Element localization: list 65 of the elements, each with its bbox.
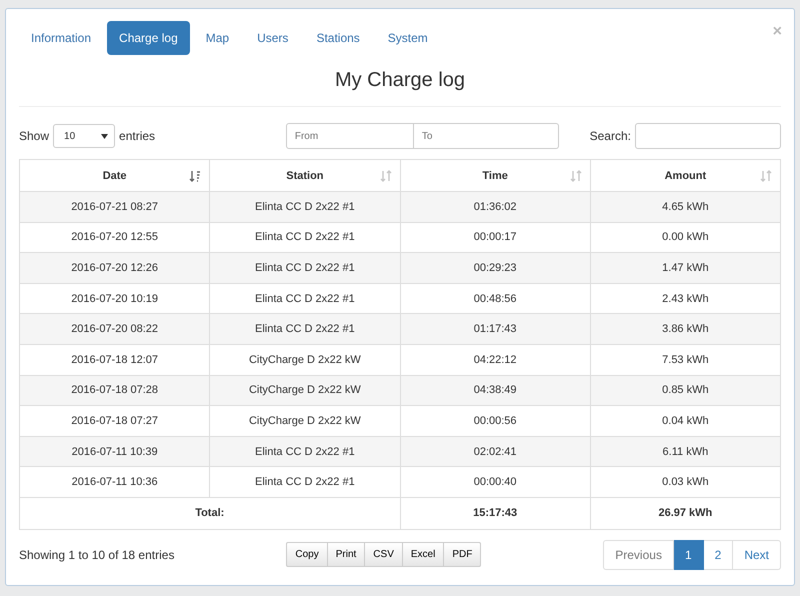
table-cell: 2016-07-11 10:39 bbox=[20, 436, 210, 467]
previous-button[interactable]: Previous bbox=[603, 540, 674, 570]
table-cell: 1.47 kWh bbox=[590, 252, 780, 284]
export-button[interactable]: Excel bbox=[402, 542, 444, 568]
table-cell: 2016-07-18 07:28 bbox=[20, 375, 210, 406]
table-cell: CityCharge D 2x22 kW bbox=[210, 406, 400, 436]
table-cell: 00:00:40 bbox=[400, 466, 590, 498]
from-date-field[interactable]: From bbox=[286, 123, 414, 149]
caret-icon bbox=[101, 134, 108, 138]
tab[interactable]: Information bbox=[19, 21, 104, 55]
table-cell: 00:00:56 bbox=[400, 406, 590, 436]
table-cell: 04:38:49 bbox=[400, 375, 590, 406]
table-cell: 2016-07-11 10:36 bbox=[20, 466, 210, 498]
table-cell: 0.03 kWh bbox=[590, 466, 780, 498]
table-cell: 7.53 kWh bbox=[590, 344, 780, 376]
total-label: Total: bbox=[20, 497, 400, 530]
table-cell: 0.85 kWh bbox=[590, 375, 780, 406]
search-label: Search: bbox=[590, 129, 631, 143]
table-cell: 3.86 kWh bbox=[590, 314, 780, 344]
table-cell: 6.11 kWh bbox=[590, 436, 780, 467]
table-cell: 2016-07-20 08:22 bbox=[20, 314, 210, 344]
table-cell: 2016-07-20 12:26 bbox=[20, 252, 210, 284]
page-title: My Charge log bbox=[19, 69, 781, 107]
table-cell: Elinta CC D 2x22 #1 bbox=[210, 314, 400, 344]
total-time: 15:17:43 bbox=[400, 497, 590, 530]
show-label: Show bbox=[19, 129, 50, 143]
table-cell: 4.65 kWh bbox=[590, 192, 780, 222]
tab[interactable]: Stations bbox=[304, 21, 372, 55]
table-cell: 2016-07-18 07:27 bbox=[20, 406, 210, 436]
entries-select[interactable]: 10 bbox=[53, 124, 116, 148]
sort-icon[interactable] bbox=[189, 170, 202, 182]
export-button[interactable]: PDF bbox=[444, 542, 482, 568]
tab[interactable]: Charge log bbox=[107, 21, 190, 55]
table-cell: CityCharge D 2x22 kW bbox=[210, 344, 400, 376]
table-cell: 04:22:12 bbox=[400, 344, 590, 376]
table-cell: Elinta CC D 2x22 #1 bbox=[210, 252, 400, 284]
page-button[interactable]: 1 bbox=[674, 540, 704, 570]
total-amount: 26.97 kWh bbox=[590, 497, 780, 530]
table-cell: Elinta CC D 2x22 #1 bbox=[210, 436, 400, 467]
page-button[interactable]: 2 bbox=[704, 540, 734, 570]
table-cell: 01:36:02 bbox=[400, 192, 590, 222]
table-cell: 2016-07-21 08:27 bbox=[20, 192, 210, 222]
export-button[interactable]: CSV bbox=[365, 542, 403, 568]
table-cell: CityCharge D 2x22 kW bbox=[210, 375, 400, 406]
tab[interactable]: Map bbox=[194, 21, 242, 55]
table-cell: 02:02:41 bbox=[400, 436, 590, 467]
column-header[interactable]: Date bbox=[102, 170, 127, 182]
table-cell: 01:17:43 bbox=[400, 314, 590, 344]
table-cell: 00:29:23 bbox=[400, 252, 590, 284]
column-header[interactable]: Amount bbox=[664, 170, 706, 182]
entries-label: entries bbox=[119, 129, 156, 143]
export-button[interactable]: Print bbox=[328, 542, 366, 568]
table-cell: 2016-07-18 12:07 bbox=[20, 344, 210, 376]
table-cell: Elinta CC D 2x22 #1 bbox=[210, 192, 400, 222]
tab[interactable]: Users bbox=[245, 21, 300, 55]
export-button[interactable]: Copy bbox=[286, 542, 328, 568]
to-date-field[interactable]: To bbox=[414, 123, 559, 149]
column-header[interactable]: Time bbox=[482, 170, 508, 182]
entries-info: Showing 1 to 10 of 18 entries bbox=[19, 548, 174, 562]
table-cell: 0.04 kWh bbox=[590, 406, 780, 436]
column-header[interactable]: Station bbox=[286, 170, 324, 182]
tab[interactable]: System bbox=[376, 21, 440, 55]
next-button[interactable]: Next bbox=[733, 540, 781, 570]
table-cell: Elinta CC D 2x22 #1 bbox=[210, 466, 400, 498]
search-field[interactable] bbox=[634, 123, 781, 149]
